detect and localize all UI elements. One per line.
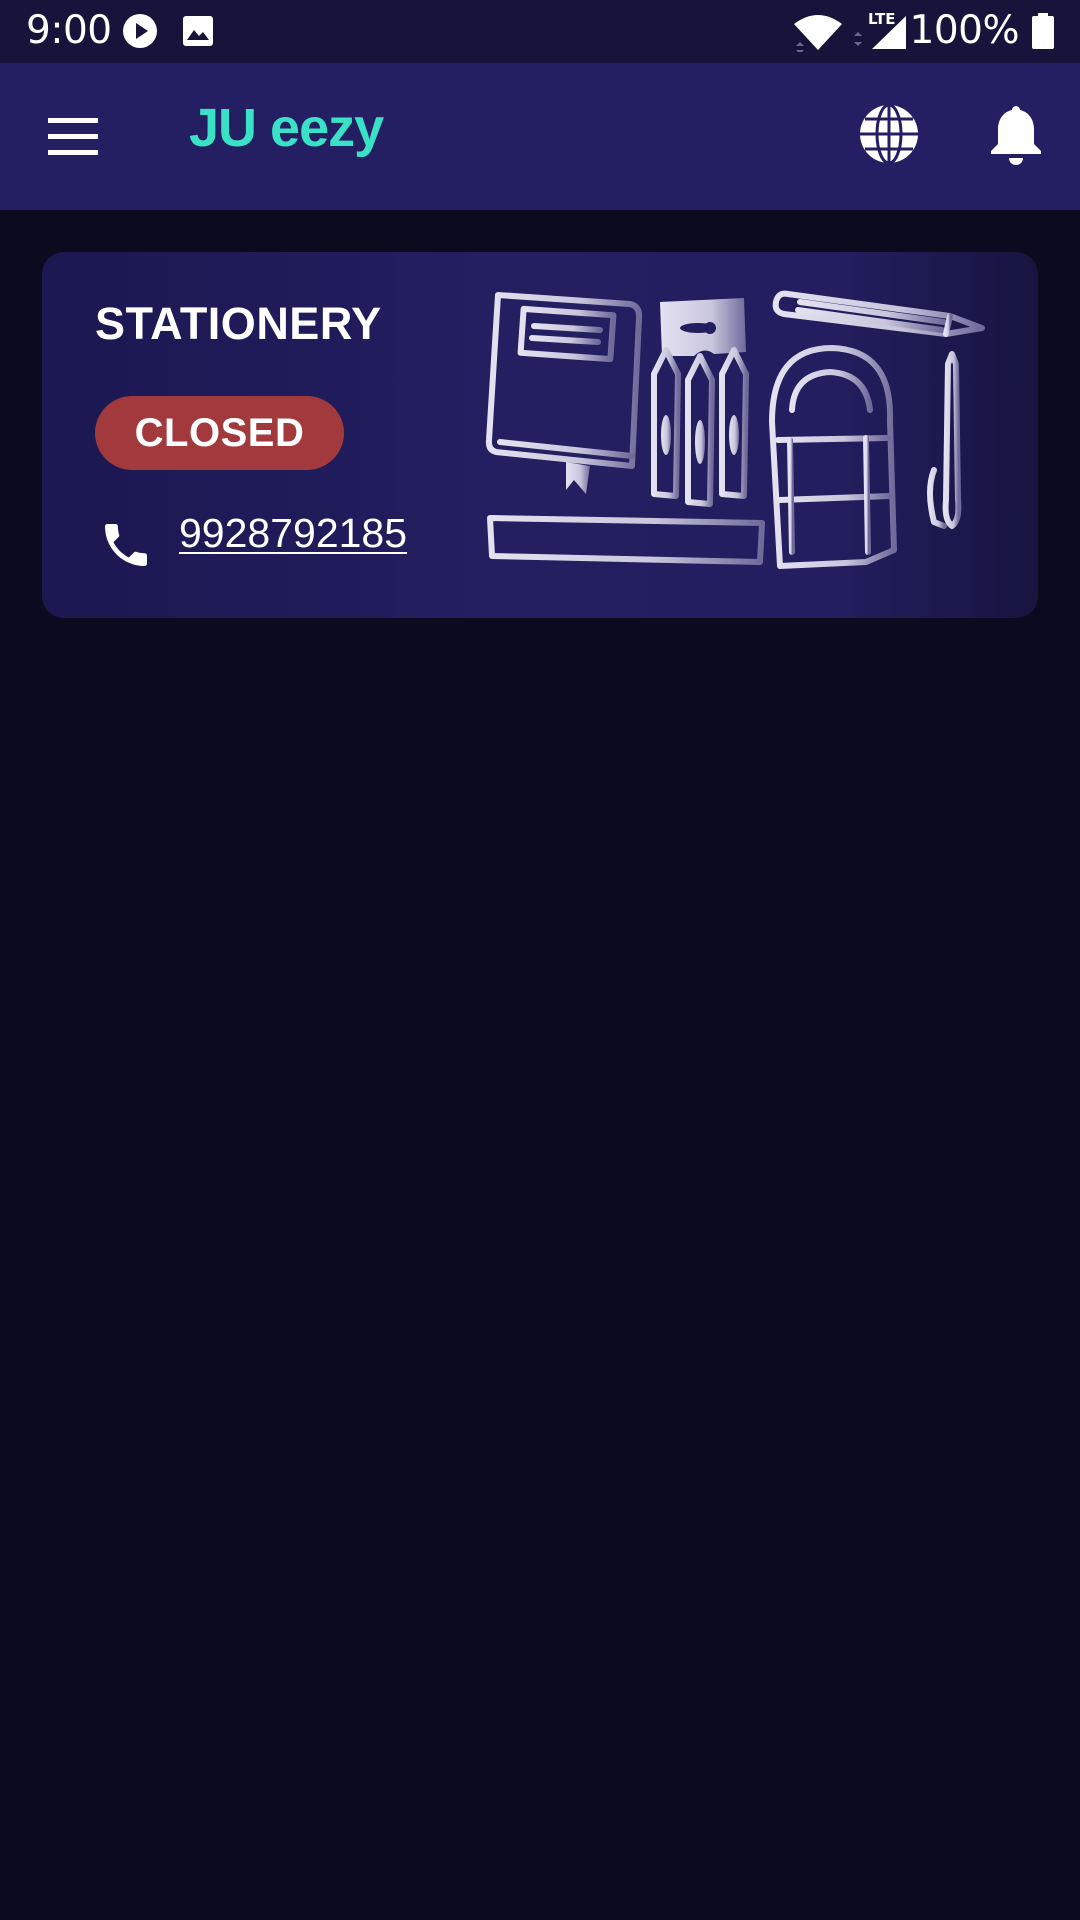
stationery-illustration [485,290,985,569]
battery-icon [1032,13,1054,49]
play-icon [123,14,157,48]
language-button[interactable] [857,102,921,166]
crayons-icon [651,347,749,507]
app-bar: JU eezy [0,63,1080,210]
status-badge: CLOSED [95,396,344,470]
globe-icon [860,103,918,165]
phone-icon[interactable] [98,517,154,573]
store-name: STATIONERY [95,298,382,349]
bookmark-icon [566,462,590,494]
notebook-icon [485,292,643,469]
wifi-icon [794,15,842,52]
bell-icon [991,106,1041,165]
phone-number-link[interactable]: 9928792185 [179,510,407,557]
signal-icon [854,16,906,49]
backpack-icon [769,345,897,569]
menu-button[interactable] [34,103,110,169]
image-icon [183,16,213,46]
store-card[interactable]: STATIONERY CLOSED 9928792185 [42,252,1038,618]
ruler-icon [487,515,765,565]
notifications-button[interactable] [988,102,1044,166]
status-time: 9:00 [26,8,112,53]
app-title: JU eezy [189,98,384,158]
battery-percentage: 100% [909,8,1020,53]
status-bar: 9:00 LTE 100% [0,0,1080,63]
pencil-icon [772,290,985,337]
pen-icon [927,351,962,529]
